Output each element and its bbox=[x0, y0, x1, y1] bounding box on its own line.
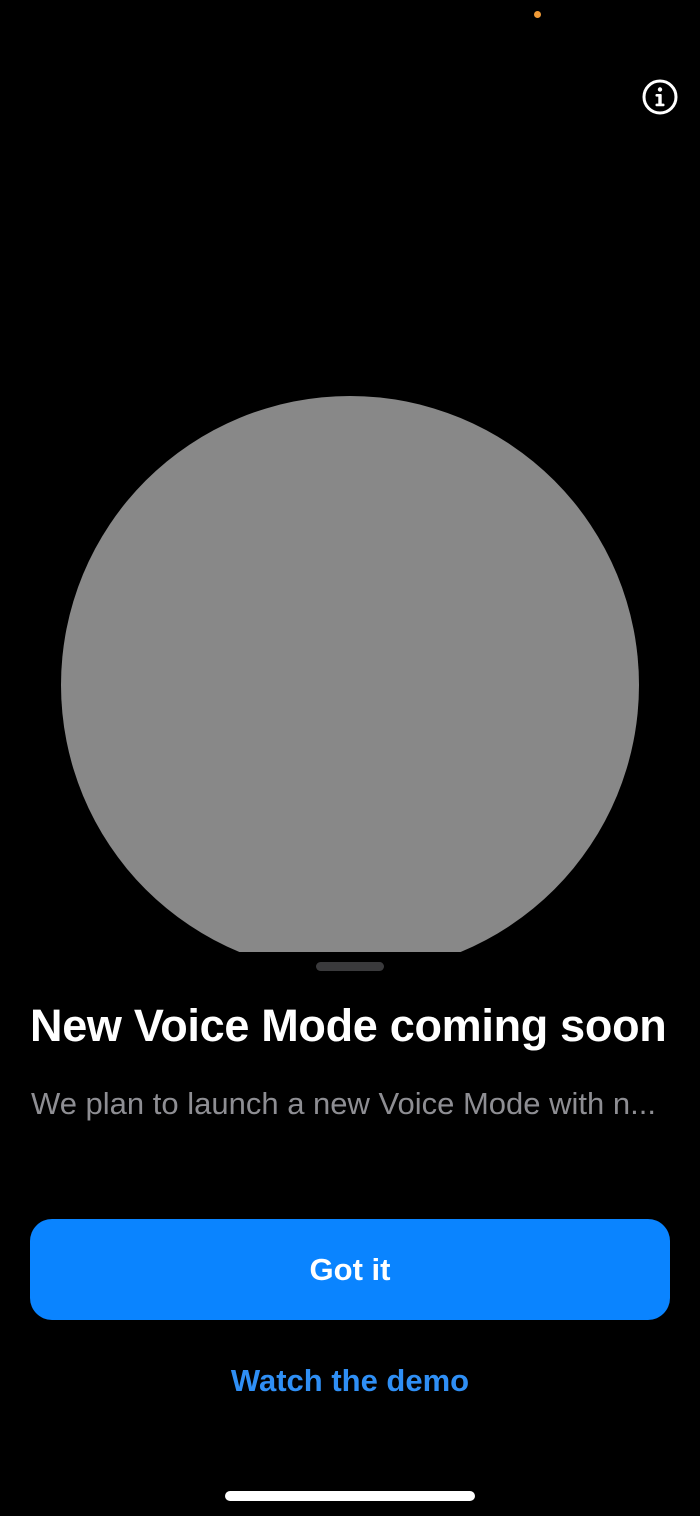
info-button[interactable] bbox=[641, 78, 679, 116]
privacy-indicator-dot bbox=[534, 11, 541, 18]
voice-orb-area bbox=[0, 380, 700, 952]
home-indicator[interactable] bbox=[225, 1491, 475, 1501]
sheet-title: New Voice Mode coming soon bbox=[30, 1000, 667, 1051]
sheet-description: We plan to launch a new Voice Mode with … bbox=[31, 1086, 656, 1121]
voice-orb bbox=[61, 396, 639, 952]
info-circle-icon bbox=[642, 79, 678, 115]
watch-demo-link[interactable]: Watch the demo bbox=[0, 1358, 700, 1404]
sheet-grabber[interactable] bbox=[316, 962, 384, 971]
got-it-button[interactable]: Got it bbox=[30, 1219, 670, 1320]
